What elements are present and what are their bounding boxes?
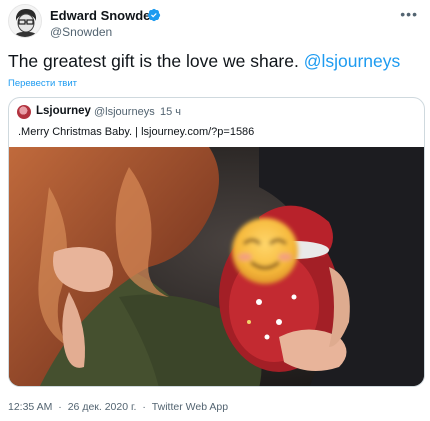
verified-badge-icon xyxy=(147,8,161,22)
author-name[interactable]: Edward Snowden xyxy=(50,8,158,23)
quoted-tweet-card[interactable]: Lsjourney @lsjourneys · 15 ч .Merry Chri… xyxy=(8,97,425,387)
quoted-tweet-time: 15 ч xyxy=(160,106,182,118)
tweet-date[interactable]: 26 дек. 2020 г. xyxy=(68,401,137,413)
quoted-author-name: Lsjourney xyxy=(36,105,91,117)
mention-link[interactable]: @lsjourneys xyxy=(304,51,401,71)
author-handle[interactable]: @Snowden xyxy=(50,25,112,39)
tweet-text: The greatest gift is the love we share. … xyxy=(8,51,400,72)
tweet-time[interactable]: 12:35 AM xyxy=(8,401,52,413)
translate-tweet-link[interactable]: Перевести твит xyxy=(8,78,77,89)
tweet-body: The greatest gift is the love we share. xyxy=(8,51,299,71)
quoted-author-avatar xyxy=(17,105,31,119)
author-avatar[interactable] xyxy=(8,4,42,38)
tweet-source[interactable]: Twitter Web App xyxy=(152,401,228,413)
separator-dot: · xyxy=(58,401,62,413)
ellipsis-icon[interactable]: ••• xyxy=(400,6,418,22)
tweet-meta: 12:35 AM · 26 дек. 2020 г. · Twitter Web… xyxy=(8,401,231,413)
tweet-header: Edward Snowden @Snowden ••• xyxy=(8,4,422,44)
separator-dot: · xyxy=(142,401,146,413)
separator-dot: · xyxy=(151,106,155,118)
quoted-tweet-photo[interactable] xyxy=(9,147,425,387)
quoted-author-handle: @lsjourneys xyxy=(94,106,155,118)
quoted-tweet-text: .Merry Christmas Baby. | lsjourney.com/?… xyxy=(18,126,255,138)
